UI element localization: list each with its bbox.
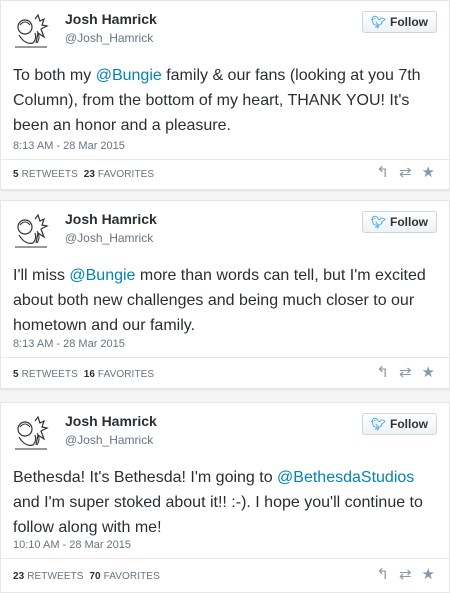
retweet-icon[interactable]: ⇄	[399, 165, 412, 181]
retweet-icon[interactable]: ⇄	[399, 567, 412, 583]
tweet-text: To both my @Bungie family & our fans (lo…	[13, 67, 421, 134]
tweet-stats: 23 RETWEETS 70 FAVORITES	[13, 571, 160, 582]
follow-label: Follow	[390, 215, 428, 229]
tweet-stats: 5 RETWEETS 23 FAVORITES	[13, 169, 154, 180]
tweet-card: Josh Hamrick @Josh_Hamrick 🐦︎ Follow I'l…	[0, 200, 450, 389]
avatar[interactable]	[11, 211, 51, 251]
retweet-count[interactable]: 5	[13, 369, 19, 380]
display-name[interactable]: Josh Hamrick	[65, 413, 157, 429]
display-name[interactable]: Josh Hamrick	[65, 11, 157, 27]
tweet-timestamp[interactable]: 8:13 AM - 28 Mar 2015	[13, 338, 125, 350]
mention-link[interactable]: @Bungie	[69, 267, 135, 284]
star-icon[interactable]: ★	[422, 365, 435, 381]
avatar[interactable]	[11, 11, 51, 51]
tweet-text: I'll miss @Bungie more than words can te…	[13, 267, 426, 334]
user-handle[interactable]: @Josh_Hamrick	[65, 433, 153, 447]
avatar[interactable]	[11, 413, 51, 453]
favorite-count[interactable]: 16	[84, 369, 95, 380]
tweet-card: Josh Hamrick @Josh_Hamrick 🐦︎ Follow Bet…	[0, 402, 450, 593]
star-icon[interactable]: ★	[422, 165, 435, 181]
avatar-illustration	[11, 211, 51, 251]
retweet-count[interactable]: 23	[13, 571, 24, 582]
avatar-illustration	[11, 11, 51, 51]
follow-button[interactable]: 🐦︎ Follow	[361, 413, 437, 435]
divider	[1, 558, 449, 559]
favorite-count[interactable]: 23	[84, 169, 95, 180]
follow-button[interactable]: 🐦︎ Follow	[361, 11, 437, 33]
reply-icon[interactable]: ↰	[376, 567, 389, 583]
mention-link[interactable]: @BethesdaStudios	[277, 469, 414, 486]
tweet-timestamp[interactable]: 10:10 AM - 28 Mar 2015	[13, 539, 131, 551]
divider	[1, 357, 449, 358]
follow-button[interactable]: 🐦︎ Follow	[361, 211, 437, 233]
retweet-icon[interactable]: ⇄	[399, 365, 412, 381]
favorites-label[interactable]: FAVORITES	[98, 369, 154, 380]
tweet-actions: ↰ ⇄ ★	[376, 165, 435, 181]
tweet-actions: ↰ ⇄ ★	[376, 365, 435, 381]
retweets-label[interactable]: RETWEETS	[22, 169, 78, 180]
twitter-bird-icon: 🐦︎	[370, 417, 386, 431]
twitter-bird-icon: 🐦︎	[370, 215, 386, 229]
mention-link[interactable]: @Bungie	[96, 67, 162, 84]
tweet-actions: ↰ ⇄ ★	[376, 567, 435, 583]
favorites-label[interactable]: FAVORITES	[104, 571, 160, 582]
retweet-count[interactable]: 5	[13, 169, 19, 180]
display-name[interactable]: Josh Hamrick	[65, 211, 157, 227]
reply-icon[interactable]: ↰	[376, 365, 389, 381]
tweet-timestamp[interactable]: 8:13 AM - 28 Mar 2015	[13, 140, 125, 152]
star-icon[interactable]: ★	[422, 567, 435, 583]
follow-label: Follow	[390, 417, 428, 431]
tweet-stats: 5 RETWEETS 16 FAVORITES	[13, 369, 154, 380]
twitter-bird-icon: 🐦︎	[370, 15, 386, 29]
reply-icon[interactable]: ↰	[376, 165, 389, 181]
retweets-label[interactable]: RETWEETS	[22, 369, 78, 380]
user-handle[interactable]: @Josh_Hamrick	[65, 231, 153, 245]
follow-label: Follow	[390, 15, 428, 29]
tweet-text: Bethesda! It's Bethesda! I'm going to @B…	[13, 469, 423, 536]
favorites-label[interactable]: FAVORITES	[98, 169, 154, 180]
tweet-card: Josh Hamrick @Josh_Hamrick 🐦︎ Follow To …	[0, 0, 450, 190]
avatar-illustration	[11, 413, 51, 453]
favorite-count[interactable]: 70	[89, 571, 100, 582]
divider	[1, 159, 449, 160]
user-handle[interactable]: @Josh_Hamrick	[65, 31, 153, 45]
retweets-label[interactable]: RETWEETS	[27, 571, 83, 582]
